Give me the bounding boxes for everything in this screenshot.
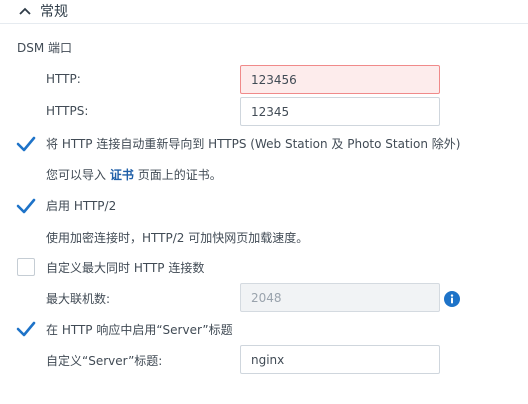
redirect-https-checkbox[interactable]	[16, 134, 36, 154]
http2-label: 启用 HTTP/2	[46, 199, 117, 213]
server-header-checkbox[interactable]	[16, 319, 36, 339]
max-connections-input[interactable]: 2048	[240, 283, 440, 312]
redirect-note: 您可以导入 证书 页面上的证书。	[46, 166, 222, 183]
info-icon[interactable]	[444, 291, 460, 307]
dsm-port-group-label: DSM 端口	[17, 41, 73, 55]
max-connections-field-label: 最大联机数:	[46, 292, 111, 306]
http2-note: 使用加密连接时，HTTP/2 可加快网页加载速度。	[46, 231, 309, 245]
server-header-input[interactable]: nginx	[240, 345, 440, 374]
checkmark-icon	[16, 136, 36, 152]
redirect-note-prefix: 您可以导入	[46, 168, 107, 182]
section-divider	[0, 23, 528, 24]
max-connections-label: 自定义最大同时 HTTP 连接数	[46, 261, 205, 275]
https-port-label: HTTPS:	[46, 104, 89, 118]
http2-checkbox[interactable]	[16, 196, 36, 216]
redirect-https-label: 将 HTTP 连接自动重新导向到 HTTPS (Web Station 及 Ph…	[46, 137, 461, 151]
section-header-general[interactable]: 常规	[18, 0, 68, 22]
server-header-label: 在 HTTP 响应中启用“Server”标题	[46, 323, 233, 337]
certificate-link[interactable]: 证书	[110, 168, 134, 182]
https-port-input[interactable]: 12345	[240, 97, 440, 126]
chevron-up-icon	[19, 7, 31, 15]
section-title: 常规	[40, 4, 68, 20]
http-port-label: HTTP:	[46, 72, 81, 86]
checkmark-icon	[16, 321, 36, 337]
max-connections-checkbox[interactable]	[17, 258, 35, 276]
http-port-input[interactable]: 123456	[240, 65, 440, 94]
checkmark-icon	[16, 198, 36, 214]
server-header-field-label: 自定义“Server”标题:	[46, 354, 163, 368]
redirect-note-suffix: 页面上的证书。	[137, 168, 222, 182]
